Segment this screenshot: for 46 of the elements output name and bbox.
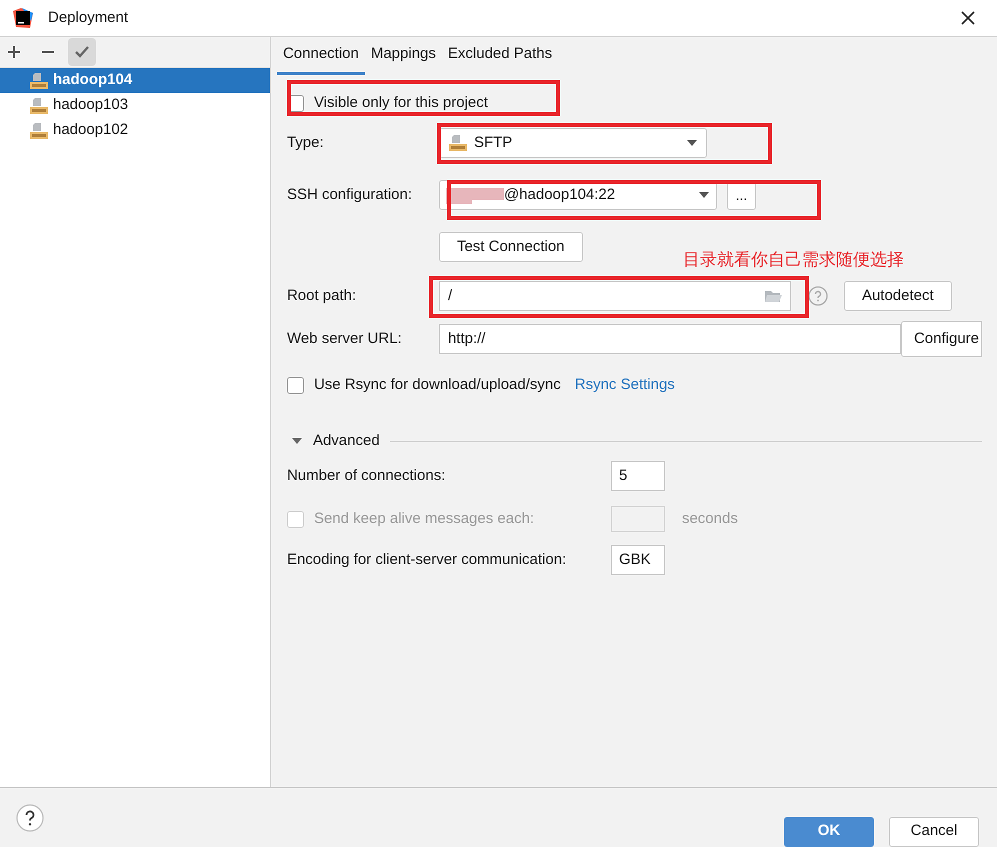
cancel-button[interactable]: Cancel (889, 816, 979, 846)
collapse-arrow-icon[interactable] (290, 436, 303, 446)
dropdown-arrow-icon (698, 191, 710, 199)
app-logo-icon (12, 7, 34, 29)
tab[interactable]: Excluded Paths (442, 37, 558, 75)
ok-button[interactable]: OK (784, 816, 874, 846)
checkbox[interactable] (286, 376, 304, 394)
tab[interactable]: Mappings (364, 37, 442, 75)
sftp-icon (29, 96, 49, 114)
web-url-label: Web server URL: (286, 328, 403, 349)
check-button[interactable] (68, 38, 96, 66)
rsync-label: Use Rsync for download/upload/sync (314, 374, 561, 395)
tab[interactable]: Connection (276, 37, 365, 75)
encoding-field[interactable]: GBK (610, 545, 665, 575)
keep-alive-label: Send keep alive messages each: (314, 508, 534, 529)
annotation-text: 目录就看你自己需求随便选择 (683, 249, 904, 272)
sftp-icon (29, 122, 49, 140)
server-item[interactable]: hadoop104 (0, 68, 270, 93)
type-label: Type: (286, 132, 325, 153)
redaction-mark (446, 186, 504, 204)
check-icon (74, 44, 90, 60)
close-icon[interactable] (961, 11, 975, 25)
configure-button[interactable]: Configure (900, 321, 982, 357)
test-connection-button[interactable]: Test Connection (438, 232, 583, 262)
help-icon[interactable] (16, 804, 44, 832)
sftp-icon (29, 72, 49, 90)
sftp-icon (448, 134, 468, 152)
encoding-label: Encoding for client-server communication: (286, 550, 568, 570)
visible-only-label: Visible only for this project (314, 92, 488, 113)
root-path-label: Root path: (286, 286, 358, 306)
root-path-field[interactable]: / (438, 281, 791, 311)
keep-alive-field[interactable] (610, 506, 665, 532)
rsync-settings-link[interactable]: Rsync Settings (574, 374, 675, 396)
advanced-section-title: Advanced (312, 430, 380, 451)
ssh-label: SSH configuration: (286, 184, 414, 205)
connections-field[interactable]: 5 (610, 461, 665, 491)
type-dropdown[interactable]: SFTP (438, 128, 707, 158)
server-item[interactable]: hadoop103 (0, 93, 270, 118)
web-url-field[interactable]: http:// (438, 324, 901, 354)
add-icon[interactable] (6, 44, 22, 60)
autodetect-button[interactable]: Autodetect (844, 281, 952, 311)
dropdown-arrow-icon (686, 139, 698, 147)
server-item[interactable]: hadoop102 (0, 118, 270, 143)
seconds-label: seconds (682, 508, 738, 529)
connections-label: Number of connections: (286, 466, 446, 486)
window-title: Deployment (48, 8, 128, 28)
